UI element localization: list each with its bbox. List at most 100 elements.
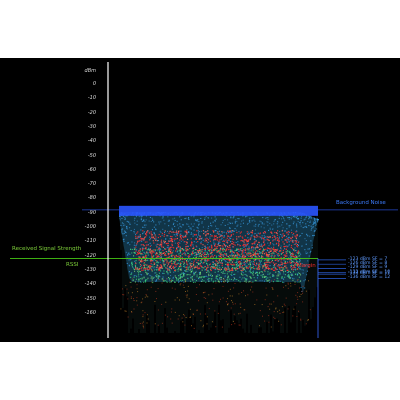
signal-sample	[204, 254, 206, 256]
signal-sample	[207, 246, 209, 248]
signal-sample	[271, 280, 272, 282]
signal-sample	[220, 298, 221, 300]
signal-sample	[161, 242, 163, 244]
signal-sample	[131, 292, 133, 294]
signal-sample	[239, 264, 241, 266]
signal-sample	[218, 240, 220, 242]
noise-sample	[291, 264, 293, 266]
noise-sample	[231, 252, 233, 254]
signal-sample	[243, 241, 245, 243]
signal-sample	[166, 262, 168, 264]
noise-sample	[260, 221, 262, 223]
signal-sample	[138, 278, 140, 280]
signal-sample	[258, 262, 260, 264]
signal-sample	[245, 265, 247, 267]
noise-sample	[219, 241, 221, 243]
signal-sample	[211, 278, 213, 280]
signal-sample	[249, 255, 251, 257]
signal-sample	[244, 245, 246, 247]
noise-sample	[231, 222, 233, 224]
signal-sample	[181, 248, 184, 250]
signal-sample	[232, 301, 234, 303]
noise-sample	[261, 235, 263, 237]
noise-sample	[129, 222, 131, 224]
noise-sample	[299, 252, 301, 254]
signal-sample	[205, 239, 207, 242]
signal-sample	[211, 279, 213, 281]
noise-sample	[180, 219, 182, 221]
signal-sample	[264, 263, 267, 265]
signal-sample	[155, 254, 157, 256]
signal-sample	[250, 254, 252, 256]
noise-sample	[217, 241, 219, 243]
signal-sample	[270, 248, 272, 250]
signal-sample	[182, 321, 184, 323]
signal-sample	[272, 249, 274, 251]
signal-sample	[185, 246, 187, 248]
signal-sample	[214, 245, 216, 247]
noise-sample	[259, 253, 261, 255]
signal-sample	[204, 291, 206, 293]
signal-sample	[155, 236, 157, 238]
signal-sample	[130, 273, 132, 275]
signal-sample	[141, 248, 143, 250]
noise-sample	[293, 221, 295, 223]
signal-sample	[135, 278, 137, 280]
signal-sample	[182, 284, 184, 286]
signal-sample	[270, 326, 272, 328]
signal-sample	[139, 271, 141, 273]
signal-sample	[160, 241, 162, 243]
signal-sample	[264, 299, 266, 301]
signal-sample	[221, 326, 223, 328]
signal-sample	[144, 252, 146, 254]
noise-sample	[272, 243, 274, 245]
noise-sample	[288, 240, 290, 242]
signal-sample	[151, 276, 153, 278]
signal-sample	[135, 260, 137, 262]
signal-sample	[250, 252, 252, 255]
signal-sample	[294, 256, 296, 258]
signal-sample	[273, 275, 275, 277]
signal-sample	[229, 244, 231, 246]
signal-sample	[233, 313, 235, 315]
signal-sample	[217, 275, 219, 277]
noise-sample	[186, 258, 188, 260]
signal-sample	[166, 267, 168, 270]
signal-sample	[187, 252, 189, 254]
noise-sample	[219, 230, 221, 232]
noise-sample	[141, 274, 143, 276]
noise-sample	[193, 216, 195, 218]
signal-sample	[272, 267, 274, 269]
noise-sample	[307, 248, 309, 250]
noise-sample	[181, 226, 183, 228]
signal-sample	[178, 241, 180, 244]
signal-sample	[222, 297, 224, 299]
noise-sample	[207, 242, 209, 244]
signal-sample	[275, 268, 277, 271]
signal-sample	[254, 241, 256, 243]
signal-sample	[153, 236, 155, 238]
noise-sample	[255, 223, 257, 225]
signal-sample	[199, 235, 201, 237]
noise-sample	[213, 240, 215, 242]
signal-sample	[163, 233, 166, 235]
signal-sample	[227, 290, 229, 292]
signal-sample	[240, 231, 242, 233]
signal-sample	[237, 258, 239, 260]
noise-sample	[264, 236, 266, 238]
signal-sample	[248, 263, 250, 265]
signal-sample	[140, 268, 142, 270]
signal-sample	[137, 235, 139, 238]
signal-sample	[135, 268, 137, 270]
signal-sample	[192, 248, 194, 250]
signal-sample	[298, 276, 300, 278]
signal-sample	[158, 233, 160, 236]
signal-sample	[200, 243, 202, 245]
signal-sample	[198, 238, 200, 240]
noise-sample	[234, 278, 236, 280]
signal-sample	[169, 280, 171, 282]
noise-sample	[315, 222, 317, 224]
signal-sample	[212, 256, 214, 258]
noise-sample	[194, 279, 196, 281]
noise-sample	[308, 255, 310, 257]
